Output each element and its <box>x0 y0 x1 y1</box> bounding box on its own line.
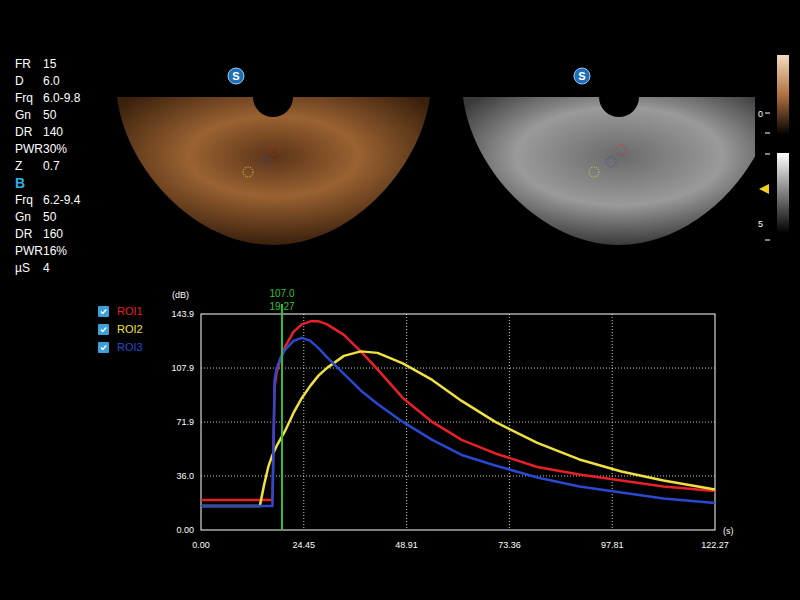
parameter-row: DR160 <box>15 225 115 242</box>
svg-text:107.0: 107.0 <box>269 288 294 299</box>
color-bars: 05 <box>755 0 800 282</box>
y-tick: 36.0 <box>176 471 715 481</box>
legend-checkbox[interactable] <box>98 324 109 335</box>
check-icon <box>99 325 108 334</box>
time-intensity-chart: (dB) 143.9 107.9 71.9 36.0 0.00 0.00 24.45 48.91… <box>160 282 760 572</box>
parameter-row: Gn50 <box>15 106 115 123</box>
svg-text:0.00: 0.00 <box>176 525 194 535</box>
svg-text:73.36: 73.36 <box>498 540 521 550</box>
legend-checkbox[interactable] <box>98 306 109 317</box>
check-icon <box>99 343 108 352</box>
parameter-row: Frq6.0-9.8 <box>15 89 115 106</box>
svg-text:97.81: 97.81 <box>601 540 624 550</box>
gain-marker-icon <box>759 184 769 194</box>
legend-item[interactable]: ROI3 <box>98 338 160 356</box>
contrast-image: S <box>117 68 430 245</box>
svg-text:S: S <box>578 70 585 82</box>
series-line <box>201 351 715 506</box>
parameter-row: µS4 <box>15 259 115 276</box>
svg-text:71.9: 71.9 <box>176 417 194 427</box>
parameter-row: Frq6.2-9.4 <box>15 191 115 208</box>
x-unit: (s) <box>723 526 734 536</box>
b-mode-image: S <box>463 68 755 245</box>
svg-text:48.91: 48.91 <box>395 540 418 550</box>
top-section: FR15D6.0Frq6.0-9.8Gn50DR140PWR30%Z0.7BFr… <box>0 0 800 282</box>
svg-text:19.27: 19.27 <box>269 301 294 312</box>
svg-text:36.0: 36.0 <box>176 471 194 481</box>
b-mode-title: B <box>15 174 115 191</box>
parameter-row: FR15 <box>15 55 115 72</box>
y-tick: 0.00 <box>176 525 194 535</box>
x-tick: 97.81 <box>601 314 624 550</box>
legend-item[interactable]: ROI2 <box>98 320 160 338</box>
logo-icon: S <box>228 68 244 84</box>
x-tick: 48.91 <box>395 314 418 550</box>
parameter-row: Gn50 <box>15 208 115 225</box>
svg-text:0.00: 0.00 <box>192 540 210 550</box>
parameter-row: Z0.7 <box>15 157 115 174</box>
y-tick: 107.9 <box>171 363 715 373</box>
series-line <box>201 321 715 500</box>
parameter-row: DR140 <box>15 123 115 140</box>
parameter-row: D6.0 <box>15 72 115 89</box>
svg-text:107.9: 107.9 <box>171 363 194 373</box>
ultrasound-images: SS <box>115 0 755 282</box>
svg-text:143.9: 143.9 <box>171 309 194 319</box>
y-unit: (dB) <box>172 290 189 300</box>
legend-item[interactable]: ROI1 <box>98 302 160 320</box>
x-tick: 24.45 <box>293 314 316 550</box>
y-tick: 71.9 <box>176 417 715 427</box>
ultrasound-screen: FR15D6.0Frq6.0-9.8Gn50DR140PWR30%Z0.7BFr… <box>0 0 800 600</box>
plot-area <box>201 314 715 530</box>
logo-icon: S <box>574 68 590 84</box>
parameter-row: PWR30% <box>15 140 115 157</box>
svg-text:24.45: 24.45 <box>293 540 316 550</box>
parameter-row: PWR16% <box>15 242 115 259</box>
svg-text:0: 0 <box>758 109 763 119</box>
svg-text:5: 5 <box>758 219 763 229</box>
y-tick: 143.9 <box>171 309 194 319</box>
series-line <box>201 338 715 506</box>
svg-text:122.27: 122.27 <box>701 540 729 550</box>
legend: ROI1ROI2ROI3 <box>0 282 160 572</box>
x-tick: 0.00 <box>192 540 210 550</box>
parameter-panel: FR15D6.0Frq6.0-9.8Gn50DR140PWR30%Z0.7BFr… <box>0 0 115 282</box>
x-tick: 122.27 <box>701 540 729 550</box>
check-icon <box>99 307 108 316</box>
legend-checkbox[interactable] <box>98 342 109 353</box>
svg-text:S: S <box>232 70 239 82</box>
chart-section: ROI1ROI2ROI3 (dB) 143.9 107.9 71.9 36.0 0.00 0.… <box>0 282 800 572</box>
cursor[interactable]: 107.0 19.27 <box>269 288 294 530</box>
